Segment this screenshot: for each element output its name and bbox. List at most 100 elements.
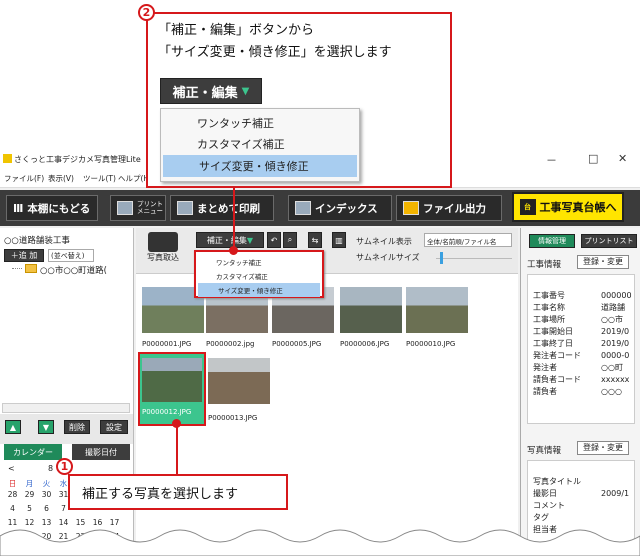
calendar-month: 8 xyxy=(48,464,54,473)
field-value: ○○○ xyxy=(601,387,622,396)
step2-dropdown-menu: ワンタッチ補正 カスタマイズ補正 サイズ変更・傾き修正 xyxy=(160,108,360,182)
edit-dropdown-menu: ワンタッチ補正 カスタマイズ補正 サイズ変更・傾き修正 xyxy=(194,250,324,298)
sort-select[interactable]: (並べ替え) xyxy=(48,249,94,262)
field-label: 請負者 xyxy=(533,387,557,396)
field-label: 撮影日 xyxy=(533,489,557,498)
dropdown-triangle-icon: ▼ xyxy=(246,235,254,245)
trash-icon[interactable]: ▥ xyxy=(332,232,346,248)
edit-correct-button[interactable]: 補正・編集 ▼ xyxy=(196,232,264,248)
camera-icon xyxy=(148,232,178,252)
photo-thumbnail[interactable] xyxy=(406,287,468,333)
menu-view[interactable]: 表示(V) xyxy=(48,173,74,184)
rotate-icon[interactable]: ↶ xyxy=(267,232,281,248)
calendar-weekdays: 日 月 火 水 xyxy=(4,478,72,489)
print-menu-button[interactable]: プリント メニュー xyxy=(110,195,166,221)
menu-item-custom[interactable]: カスタマイズ補正 xyxy=(196,267,322,281)
step2-connector xyxy=(233,188,235,250)
photo-register-button[interactable]: 登録・変更 xyxy=(577,441,629,455)
field-label: 工事終了日 xyxy=(533,339,573,348)
photo-caption: P0000010.JPG xyxy=(406,340,456,348)
step2-number: 2 xyxy=(138,4,155,21)
step2-menu-item: ワンタッチ補正 xyxy=(197,117,274,130)
work-register-button[interactable]: 登録・変更 xyxy=(577,255,629,269)
step2-text: 「補正・編集」ボタンから 「サイズ変更・傾き修正」を選択します xyxy=(158,20,392,64)
step2-menu-item: カスタマイズ補正 xyxy=(197,138,285,151)
move-down-button[interactable]: ▼ xyxy=(38,420,54,434)
field-label: 写真タイトル xyxy=(533,477,581,486)
delete-button[interactable]: 削除 xyxy=(64,420,90,434)
horizontal-scrollbar[interactable] xyxy=(2,403,130,413)
calendar-day[interactable]: 29 xyxy=(21,490,38,499)
slider-handle[interactable] xyxy=(440,252,443,264)
step2-edit-button: 補正・編集 ▼ xyxy=(160,78,262,104)
calendar-tab[interactable]: カレンダー xyxy=(4,444,62,460)
shoot-date-tab[interactable]: 撮影日付 xyxy=(72,444,130,460)
field-value: 道路舗 xyxy=(601,303,625,312)
thumb-display-label: サムネイル表示 xyxy=(356,237,412,246)
zoom-icon[interactable]: ⌕ xyxy=(283,232,297,248)
menu-file[interactable]: ファイル(F) xyxy=(4,173,44,184)
photo-date-value: 2009/1 xyxy=(601,489,630,498)
step2-menu-item-highlighted: サイズ変更・傾き修正 xyxy=(163,155,357,177)
calendar-day[interactable]: 30 xyxy=(38,490,55,499)
project-title: ○○道路舗装工事 xyxy=(4,236,70,246)
photo-caption: P0000005.JPG xyxy=(272,340,322,348)
minimize-button[interactable]: － xyxy=(546,152,557,168)
field-value: 2019/0 xyxy=(601,339,630,348)
window-title: さくっと工事デジカメ写真管理Lite xyxy=(14,155,141,164)
swap-icon[interactable]: ⇆ xyxy=(308,232,322,248)
printer-icon xyxy=(117,201,133,215)
step2-line1: 「補正・編集」ボタンから xyxy=(158,23,315,38)
step1-pointer-dot xyxy=(172,419,181,428)
dropdown-triangle-icon: ▼ xyxy=(241,85,250,97)
calendar-day[interactable]: 5 xyxy=(21,504,38,513)
maximize-button[interactable]: □ xyxy=(588,152,598,165)
field-label: 工事開始日 xyxy=(533,327,573,336)
info-tab[interactable]: 情報管理 xyxy=(529,234,575,248)
photo-thumbnail[interactable] xyxy=(340,287,402,333)
add-button[interactable]: ＋追 加 xyxy=(4,249,44,262)
selected-photo-tile[interactable]: P0000012.JPG xyxy=(138,352,206,426)
photo-info-heading: 写真情報 xyxy=(527,446,562,456)
field-value: 2019/0 xyxy=(601,327,630,336)
step1-connector xyxy=(176,426,178,478)
import-button[interactable]: 写真取込 xyxy=(142,232,184,270)
file-output-button[interactable]: ファイル出力 xyxy=(396,195,502,221)
prev-month-icon[interactable]: < xyxy=(8,464,15,473)
thumb-display-select[interactable]: 全体/名前順/ファイル名 xyxy=(424,233,512,247)
calendar-day[interactable]: 4 xyxy=(4,504,21,513)
photo-thumbnail[interactable] xyxy=(208,358,270,404)
field-value: ○○市 xyxy=(601,315,623,324)
triangle-down-icon: ▼ xyxy=(42,422,50,432)
index-icon xyxy=(295,201,311,215)
field-label: 工事名称 xyxy=(533,303,565,312)
step1-callout: 補正する写真を選択します xyxy=(68,474,288,510)
step2-line2: 「サイズ変更・傾き修正」を選択します xyxy=(158,45,392,60)
menu-item-resize-tilt[interactable]: サイズ変更・傾き修正 xyxy=(198,283,320,297)
calendar-day[interactable]: 6 xyxy=(38,504,55,513)
field-label: コメント xyxy=(533,501,565,510)
tree-line xyxy=(12,268,22,269)
bulk-print-button[interactable]: まとめて印刷 xyxy=(170,195,274,221)
printlist-tab[interactable]: プリントリスト xyxy=(581,234,637,248)
index-button[interactable]: インデックス xyxy=(288,195,392,221)
close-button[interactable]: ✕ xyxy=(618,152,627,165)
step1-text: 補正する写真を選択します xyxy=(82,486,239,502)
project-folder[interactable]: ○○市○○町道路( xyxy=(40,264,107,276)
torn-edge xyxy=(0,529,640,556)
menu-tools[interactable]: ツール(T) xyxy=(83,173,116,184)
calendar-day[interactable]: 28 xyxy=(4,490,21,499)
weekday: 火 xyxy=(42,479,51,488)
step2-callout: 「補正・編集」ボタンから 「サイズ変更・傾き修正」を選択します 補正・編集 ▼ ワ… xyxy=(146,12,452,188)
thumb-size-slider[interactable] xyxy=(436,258,512,259)
calendar-week: 28 29 30 31 xyxy=(4,490,72,499)
settings-button[interactable]: 設定 xyxy=(100,420,128,434)
move-up-button[interactable]: ▲ xyxy=(5,420,21,434)
field-value: ○○町 xyxy=(601,363,623,372)
work-info-heading: 工事情報 xyxy=(527,260,562,270)
photo-ledger-button[interactable]: 台 工事写真台帳へ xyxy=(512,192,624,222)
shelf-icon: Ⅲ xyxy=(13,201,24,215)
field-label: 発注者 xyxy=(533,363,557,372)
menu-item-one-touch[interactable]: ワンタッチ補正 xyxy=(196,252,322,267)
back-to-shelf-button[interactable]: Ⅲ 本棚にもどる xyxy=(6,195,98,221)
